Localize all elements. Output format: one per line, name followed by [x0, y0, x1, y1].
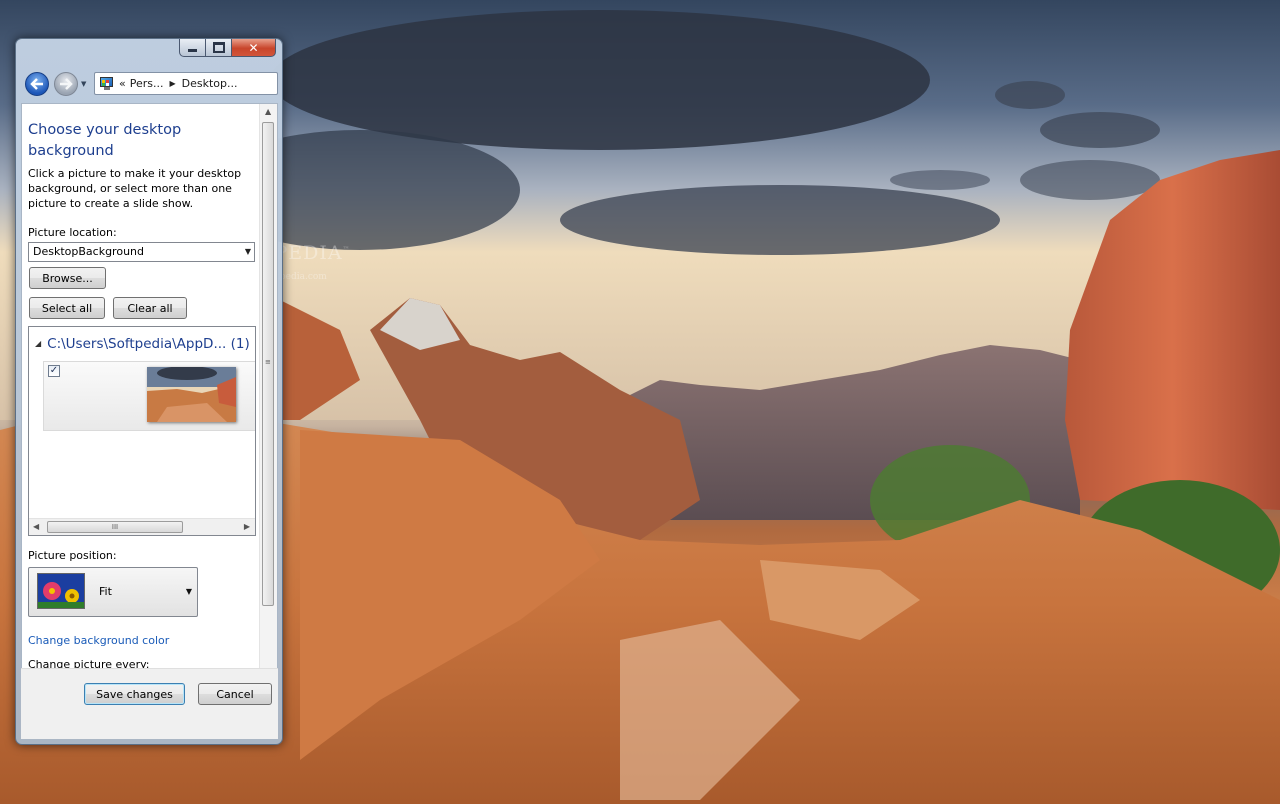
- personalization-window: ✕ ▼ « Pers... ▶ Desktop... Choose your d…: [15, 38, 283, 745]
- close-icon: ✕: [248, 40, 259, 55]
- caption-buttons: ✕: [179, 39, 276, 57]
- browse-button[interactable]: Browse...: [29, 267, 106, 289]
- address-bar[interactable]: « Pers... ▶ Desktop...: [94, 72, 278, 95]
- chevron-down-icon: ▼: [185, 587, 192, 596]
- navigation-bar: ▼ « Pers... ▶ Desktop...: [23, 70, 278, 100]
- forward-button[interactable]: [54, 72, 78, 96]
- vertical-scroll-thumb[interactable]: ≡: [262, 122, 274, 606]
- picture-position-select[interactable]: Fit ▼: [28, 567, 198, 617]
- content-pane: Choose your desktop background Click a p…: [21, 103, 278, 706]
- picture-group-path: C:\Users\Softpedia\AppD...: [47, 336, 227, 352]
- vertical-scrollbar[interactable]: ▲ ≡ ▼: [259, 104, 277, 705]
- minimize-button[interactable]: [179, 39, 206, 57]
- minimize-icon: [188, 49, 197, 52]
- scroll-left-arrow-icon[interactable]: ◀: [33, 522, 39, 531]
- cancel-button[interactable]: Cancel: [198, 683, 272, 705]
- picture-location-label: Picture location:: [28, 226, 117, 239]
- picture-location-value: DesktopBackground: [33, 245, 144, 258]
- breadcrumb-item-desktop-background[interactable]: Desktop...: [182, 77, 238, 90]
- picture-position-preview-icon: [37, 573, 85, 609]
- close-button[interactable]: ✕: [232, 39, 276, 57]
- chevron-down-icon: ▼: [244, 247, 251, 256]
- dialog-footer: Save changes Cancel: [21, 668, 278, 739]
- horizontal-scroll-thumb[interactable]: III: [47, 521, 183, 533]
- picture-group-header[interactable]: ◢ C:\Users\Softpedia\AppD... (1): [35, 336, 250, 352]
- picture-list: ◢ C:\Users\Softpedia\AppD... (1) ✓ ◀ III…: [28, 326, 256, 536]
- thumbnail-checkbox[interactable]: ✓: [48, 365, 60, 377]
- picture-position-label: Picture position:: [28, 549, 117, 562]
- back-arrow-icon: [30, 78, 43, 90]
- breadcrumb-overflow[interactable]: «: [119, 77, 126, 90]
- back-button[interactable]: [25, 72, 49, 96]
- save-changes-button[interactable]: Save changes: [84, 683, 185, 705]
- scroll-up-arrow-icon[interactable]: ▲: [265, 107, 271, 116]
- collapse-triangle-icon[interactable]: ◢: [35, 339, 41, 348]
- clear-all-button[interactable]: Clear all: [113, 297, 187, 319]
- page-title: Choose your desktop background: [28, 122, 182, 159]
- change-background-color-link[interactable]: Change background color: [28, 634, 169, 647]
- control-panel-icon: [99, 76, 115, 91]
- maximize-button[interactable]: [206, 39, 232, 57]
- select-all-button[interactable]: Select all: [29, 297, 105, 319]
- chevron-right-icon[interactable]: ▶: [170, 79, 176, 88]
- recent-pages-dropdown[interactable]: ▼: [81, 80, 89, 88]
- horizontal-scrollbar[interactable]: ◀ III ▶: [29, 518, 255, 535]
- breadcrumb-item-personalization[interactable]: Pers...: [130, 77, 164, 90]
- page-description: Click a picture to make it your desktop …: [28, 167, 242, 210]
- scroll-right-arrow-icon[interactable]: ▶: [244, 522, 250, 531]
- picture-position-value: Fit: [99, 585, 112, 598]
- picture-location-select[interactable]: DesktopBackground ▼: [28, 242, 255, 262]
- forward-arrow-icon: [60, 78, 73, 90]
- canyon-thumbnail-image: [147, 367, 236, 422]
- picture-group-count: (1): [230, 336, 250, 352]
- maximize-icon: [212, 42, 225, 53]
- picture-thumbnail-item[interactable]: ✓: [43, 361, 255, 431]
